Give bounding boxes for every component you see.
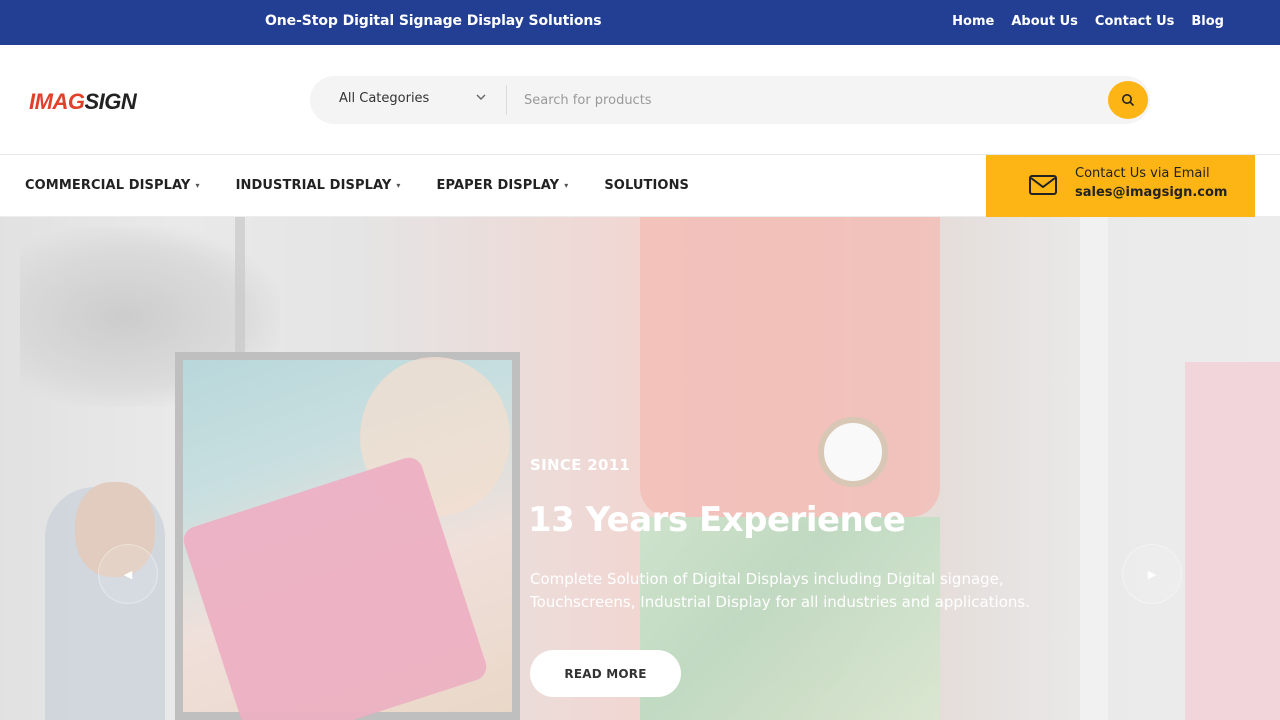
site-logo[interactable]: IMAGSIGN: [29, 89, 137, 115]
nav-item-epaper-display[interactable]: EPAPER DISPLAY ▾: [437, 178, 569, 193]
nav-item-solutions[interactable]: SOLUTIONS: [604, 178, 689, 193]
hero-headline: 13 Years Experience: [528, 500, 906, 540]
slider-next-button[interactable]: ▶: [1122, 544, 1182, 604]
main-navigation: COMMERCIAL DISPLAY ▾ INDUSTRIAL DISPLAY …: [25, 178, 689, 193]
caret-down-icon: ▾: [564, 181, 569, 190]
site-header: IMAGSIGN All Categories: [0, 45, 1280, 155]
search-input[interactable]: [516, 84, 1096, 116]
chevron-down-icon[interactable]: [474, 90, 488, 104]
top-link-home[interactable]: Home: [952, 14, 994, 29]
nav-item-label: COMMERCIAL DISPLAY: [25, 178, 191, 193]
hero-eyebrow: SINCE 2011: [530, 456, 631, 474]
top-link-contact-us[interactable]: Contact Us: [1095, 14, 1174, 29]
read-more-button[interactable]: READ MORE: [530, 650, 681, 697]
top-bar: One-Stop Digital Signage Display Solutio…: [0, 0, 1280, 45]
contact-label: Contact Us via Email: [1075, 166, 1210, 181]
search-icon: [1122, 94, 1135, 107]
chevron-right-icon: ▶: [1147, 567, 1157, 581]
nav-item-label: INDUSTRIAL DISPLAY: [235, 178, 392, 193]
chevron-left-icon: ◀: [123, 567, 133, 581]
site-tagline: One-Stop Digital Signage Display Solutio…: [265, 13, 602, 29]
category-select[interactable]: All Categories: [339, 91, 429, 106]
nav-item-label: SOLUTIONS: [604, 178, 690, 193]
contact-email[interactable]: sales@imagsign.com: [1075, 185, 1227, 200]
nav-item-label: EPAPER DISPLAY: [436, 178, 560, 193]
top-link-about-us[interactable]: About Us: [1011, 14, 1078, 29]
hero-description: Complete Solution of Digital Displays in…: [530, 570, 1030, 611]
caret-down-icon: ▾: [195, 181, 200, 190]
email-contact-box[interactable]: Contact Us via Email sales@imagsign.com: [986, 155, 1255, 217]
logo-part-2: SIGN: [84, 89, 137, 114]
search-bar: All Categories: [310, 76, 1150, 124]
top-navigation: Home About Us Contact Us Blog: [952, 14, 1224, 29]
nav-item-commercial-display[interactable]: COMMERCIAL DISPLAY ▾: [25, 178, 200, 193]
mail-icon: [1029, 175, 1057, 195]
main-menu-bar: COMMERCIAL DISPLAY ▾ INDUSTRIAL DISPLAY …: [0, 155, 1280, 217]
top-link-blog[interactable]: Blog: [1191, 14, 1224, 29]
slider-prev-button[interactable]: ◀: [98, 544, 158, 604]
caret-down-icon: ▾: [396, 181, 401, 190]
hero-overlay: [0, 217, 1280, 720]
logo-part-1: IMAG: [29, 89, 85, 114]
search-divider: [506, 85, 507, 115]
search-button[interactable]: [1108, 81, 1148, 119]
nav-item-industrial-display[interactable]: INDUSTRIAL DISPLAY ▾: [236, 178, 401, 193]
hero-slider: SINCE 2011 13 Years Experience Complete …: [0, 217, 1280, 720]
